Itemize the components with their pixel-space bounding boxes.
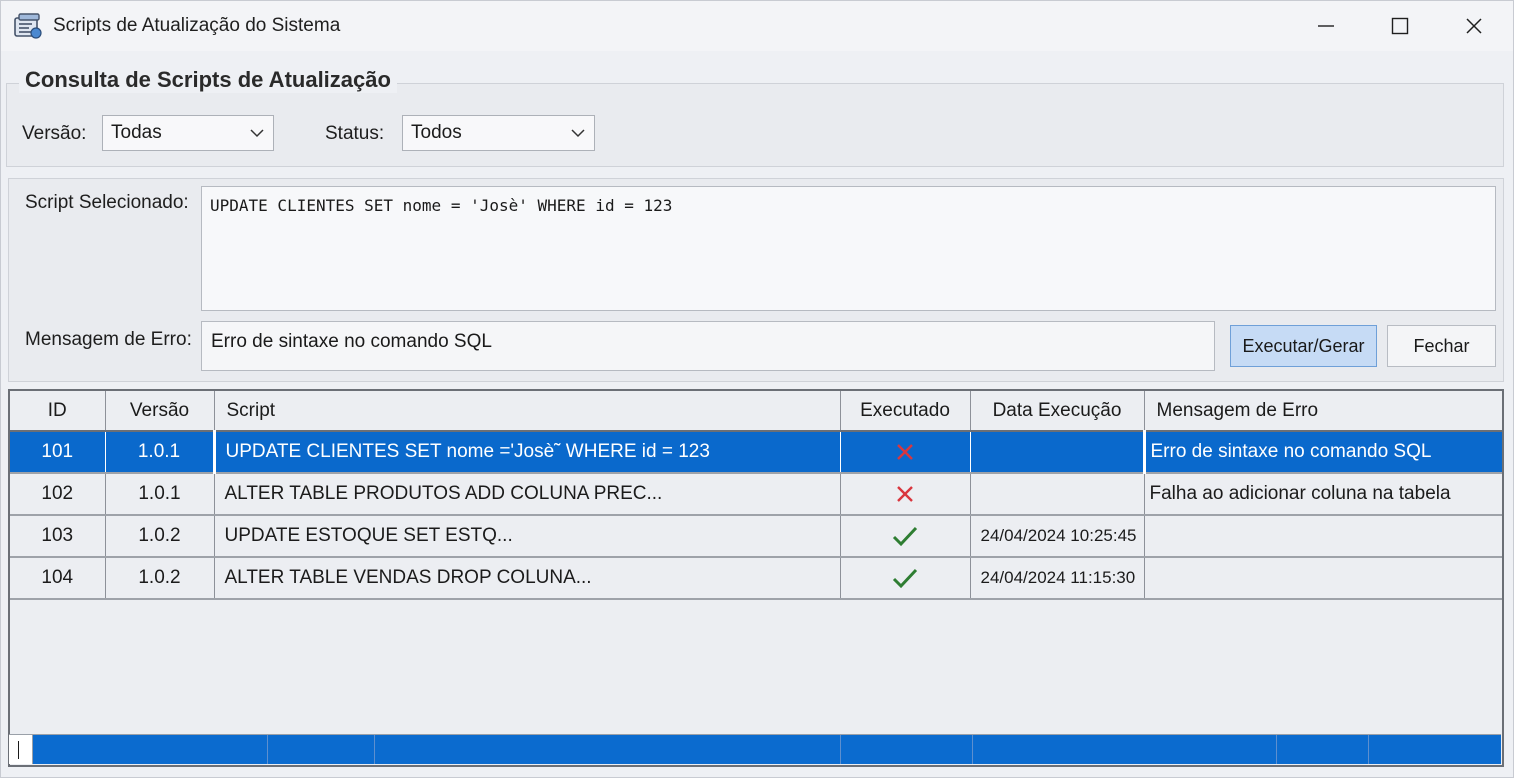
cell-executed	[840, 515, 971, 558]
cell-error: Falha ao adicionar coluna na tabela	[1144, 473, 1502, 516]
filter-group-title: Consulta de Scripts de Atualização	[19, 67, 397, 93]
version-select[interactable]: Todas	[102, 115, 274, 151]
table-row[interactable]: 103 1.0.2 UPDATE ESTOQUE SET ESTQ... 24/…	[10, 515, 1502, 558]
execute-button[interactable]: Executar/Gerar	[1230, 325, 1377, 367]
cell-script: ALTER TABLE VENDAS DROP COLUNA...	[214, 557, 841, 600]
status-select-value: Todos	[411, 122, 462, 143]
close-icon	[1466, 18, 1482, 34]
status-select[interactable]: Todos	[402, 115, 595, 151]
error-label: Mensagem de Erro:	[25, 329, 192, 350]
cell-version: 1.0.1	[105, 473, 215, 516]
version-label: Versão:	[22, 123, 87, 144]
check-icon	[892, 526, 918, 547]
table-header-row: ID Versão Script Executado Data Execução…	[10, 391, 1502, 432]
status-bar	[9, 734, 1501, 764]
check-icon	[892, 568, 918, 589]
minimize-icon	[1318, 25, 1334, 27]
version-select-value: Todas	[111, 122, 162, 143]
maximize-button[interactable]	[1377, 9, 1423, 43]
error-message-field[interactable]: Erro de sintaxe no comando SQL	[201, 321, 1215, 371]
cell-id: 103	[10, 515, 106, 558]
column-header-script[interactable]: Script	[214, 391, 841, 432]
cell-date	[970, 431, 1145, 474]
cell-id: 101	[10, 431, 106, 474]
scripts-table: ID Versão Script Executado Data Execução…	[10, 391, 1502, 600]
cell-error	[1144, 515, 1502, 558]
status-input-segment[interactable]	[9, 735, 33, 764]
column-header-error[interactable]: Mensagem de Erro	[1144, 391, 1502, 432]
column-header-id[interactable]: ID	[10, 391, 106, 432]
status-segment	[375, 735, 841, 764]
cross-icon	[897, 486, 913, 502]
table-row[interactable]: 102 1.0.1 ALTER TABLE PRODUTOS ADD COLUN…	[10, 473, 1502, 516]
cross-icon	[897, 444, 913, 460]
cell-date: 24/04/2024 10:25:45	[970, 515, 1145, 558]
status-segment	[841, 735, 973, 764]
database-scripts-icon	[14, 13, 42, 39]
cell-version: 1.0.2	[105, 557, 215, 600]
window-title: Scripts de Atualização do Sistema	[53, 15, 341, 36]
chevron-down-icon	[250, 129, 264, 138]
cell-error: Erro de sintaxe no comando SQL	[1142, 431, 1502, 474]
cell-id: 104	[10, 557, 106, 600]
close-button[interactable]: Fechar	[1387, 325, 1496, 367]
main-window: Scripts de Atualização do Sistema Consul…	[0, 0, 1514, 778]
cell-error	[1144, 557, 1502, 600]
status-segment	[1369, 735, 1501, 764]
cell-executed	[840, 431, 971, 474]
script-label: Script Selecionado:	[25, 192, 189, 213]
close-window-button[interactable]	[1451, 9, 1497, 43]
cell-version: 1.0.2	[105, 515, 215, 558]
text-caret	[18, 741, 19, 759]
title-bar: Scripts de Atualização do Sistema	[1, 1, 1513, 51]
column-header-date[interactable]: Data Execução	[970, 391, 1145, 432]
table-row[interactable]: 104 1.0.2 ALTER TABLE VENDAS DROP COLUNA…	[10, 557, 1502, 600]
cell-script: UPDATE CLIENTES SET nome ='Josè˜ WHERE i…	[212, 431, 841, 474]
minimize-button[interactable]	[1303, 9, 1349, 43]
status-segment	[973, 735, 1277, 764]
cell-executed	[840, 557, 971, 600]
cell-executed	[840, 473, 971, 516]
cell-date	[970, 473, 1145, 516]
status-segment	[1277, 735, 1369, 764]
status-segment	[33, 735, 268, 764]
scripts-grid[interactable]: ID Versão Script Executado Data Execução…	[8, 389, 1504, 767]
maximize-icon	[1391, 17, 1409, 35]
status-segment	[268, 735, 375, 764]
cell-date: 24/04/2024 11:15:30	[970, 557, 1145, 600]
cell-script: ALTER TABLE PRODUTOS ADD COLUNA PREC...	[214, 473, 841, 516]
status-label: Status:	[325, 123, 385, 144]
column-header-version[interactable]: Versão	[105, 391, 215, 432]
cell-script: UPDATE ESTOQUE SET ESTQ...	[214, 515, 841, 558]
cell-version: 1.0.1	[105, 431, 215, 474]
selected-script-textarea[interactable]: UPDATE CLIENTES SET nome = 'Josè' WHERE …	[201, 186, 1496, 311]
cell-id: 102	[10, 473, 106, 516]
chevron-down-icon	[571, 129, 585, 138]
column-header-executed[interactable]: Executado	[840, 391, 971, 432]
table-row[interactable]: 101 1.0.1 UPDATE CLIENTES SET nome ='Jos…	[10, 431, 1502, 474]
